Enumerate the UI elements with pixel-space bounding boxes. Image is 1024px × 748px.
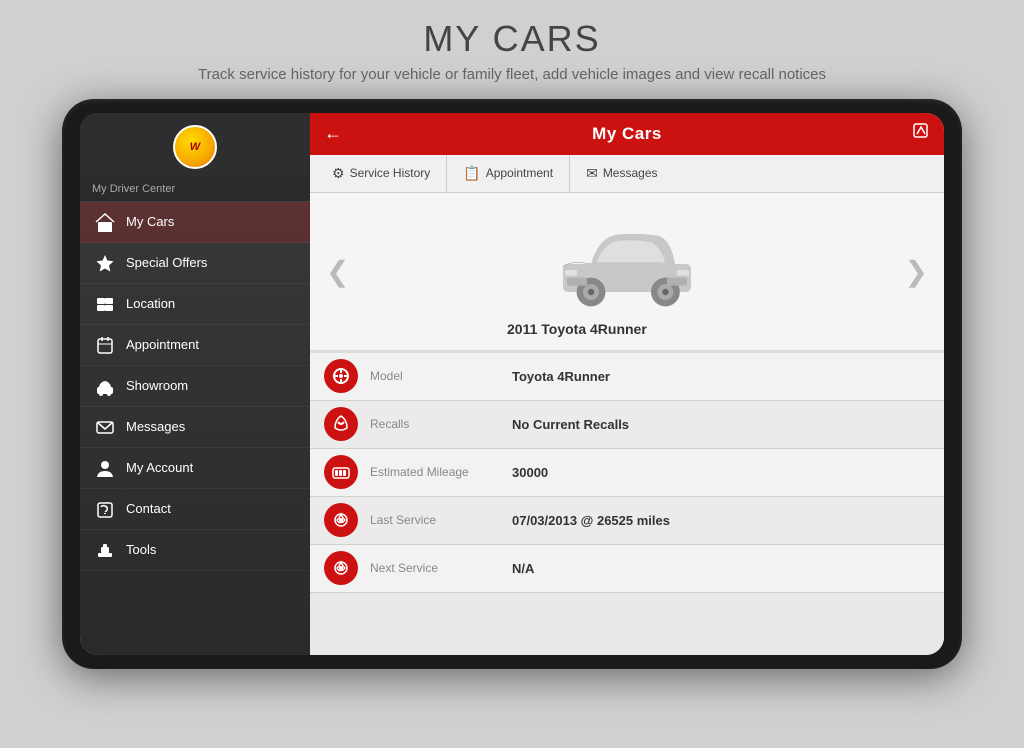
next-service-label: Next Service [370,561,500,575]
edit-button[interactable] [912,122,930,145]
special-offers-icon [94,252,116,274]
car-display: 2011 Toyota 4Runner [547,205,707,337]
detail-row-model: Model Toyota 4Runner [310,353,944,401]
sidebar-item-appointment[interactable]: Appointment [80,325,310,366]
device-screen: W My Driver Center My Cars Special Offer… [80,113,944,655]
sidebar-item-contact[interactable]: Contact [80,489,310,530]
sidebar-label-location: Location [126,296,175,311]
showroom-icon [94,375,116,397]
tab-appointment[interactable]: 📋 Appointment [447,155,570,192]
sidebar-label-special-offers: Special Offers [126,255,207,270]
messages-icon: ✉ [586,165,598,182]
sidebar-label-tools: Tools [126,542,156,557]
page-title: MY CARS [0,18,1024,60]
model-label: Model [370,369,500,383]
service-history-icon: ⚙ [332,165,345,182]
sidebar-label-appointment: Appointment [126,337,199,352]
main-header-title: My Cars [592,124,662,144]
sidebar-label-my-account: My Account [126,460,193,475]
next-car-button[interactable]: ❯ [905,255,928,288]
car-name: 2011 Toyota 4Runner [507,321,647,337]
device-frame: W My Driver Center My Cars Special Offer… [62,99,962,669]
mileage-label: Estimated Mileage [370,465,500,479]
recalls-icon [324,407,358,441]
sidebar-item-special-offers[interactable]: Special Offers [80,243,310,284]
recalls-value: No Current Recalls [512,417,629,432]
messages-icon [94,416,116,438]
tabs-bar: ⚙ Service History 📋 Appointment ✉ Messag… [310,155,944,193]
location-icon [94,293,116,315]
appointment-icon: 📋 [463,165,480,182]
driver-center-label: My Driver Center [80,177,310,202]
last-service-value: 07/03/2013 @ 26525 miles [512,513,670,528]
mileage-value: 30000 [512,465,548,480]
detail-row-recalls: Recalls No Current Recalls [310,401,944,449]
main-content: ← My Cars ⚙ Service History 📋 Appoin [310,113,944,655]
page-header: MY CARS Track service history for your v… [0,0,1024,99]
car-showcase: ❮ [310,193,944,353]
next-service-value: N/A [512,561,534,576]
mileage-icon [324,455,358,489]
recalls-label: Recalls [370,417,500,431]
sidebar-label-my-cars: My Cars [126,214,174,229]
my-account-icon [94,457,116,479]
sidebar-item-location[interactable]: Location [80,284,310,325]
tab-messages[interactable]: ✉ Messages [570,155,673,192]
sidebar-logo: W [80,113,310,177]
sidebar-label-messages: Messages [126,419,185,434]
tools-icon [94,539,116,561]
detail-row-next-service: Next Service N/A [310,545,944,593]
sidebar-label-contact: Contact [126,501,171,516]
sidebar: W My Driver Center My Cars Special Offer… [80,113,310,655]
logo-icon: W [173,125,217,169]
prev-car-button[interactable]: ❮ [326,255,349,288]
sidebar-item-tools[interactable]: Tools [80,530,310,571]
sidebar-item-messages[interactable]: Messages [80,407,310,448]
sidebar-item-my-cars[interactable]: My Cars [80,202,310,243]
detail-row-mileage: Estimated Mileage 30000 [310,449,944,497]
my-cars-icon [94,211,116,233]
sidebar-item-showroom[interactable]: Showroom [80,366,310,407]
tab-service-history[interactable]: ⚙ Service History [316,155,447,192]
next-service-icon [324,551,358,585]
last-service-icon [324,503,358,537]
sidebar-item-my-account[interactable]: My Account [80,448,310,489]
page-subtitle: Track service history for your vehicle o… [0,64,1024,87]
model-value: Toyota 4Runner [512,369,610,384]
main-header: ← My Cars [310,113,944,155]
model-icon [324,359,358,393]
last-service-label: Last Service [370,513,500,527]
appointment-icon [94,334,116,356]
details-table: Model Toyota 4Runner Recalls No Current … [310,353,944,655]
detail-row-last-service: Last Service 07/03/2013 @ 26525 miles [310,497,944,545]
back-button[interactable]: ← [324,123,342,144]
sidebar-label-showroom: Showroom [126,378,188,393]
contact-icon [94,498,116,520]
car-image [547,205,707,315]
